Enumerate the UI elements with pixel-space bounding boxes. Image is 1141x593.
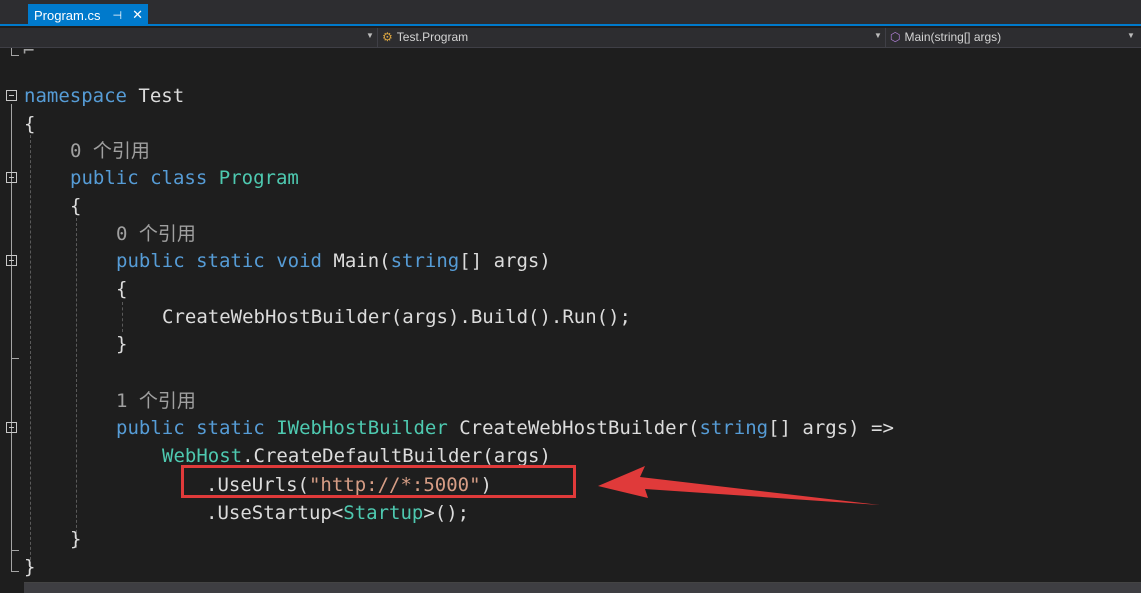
annotation-arrow	[598, 466, 880, 505]
horizontal-scrollbar[interactable]	[24, 582, 1141, 593]
